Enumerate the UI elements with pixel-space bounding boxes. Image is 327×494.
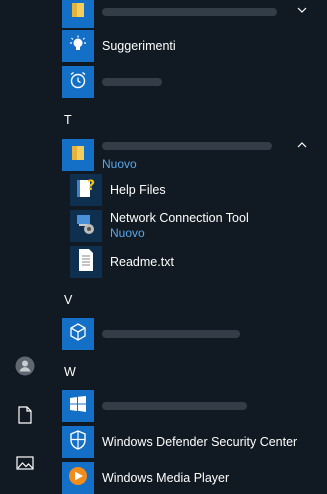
section-header-w[interactable]: W [64,365,76,379]
windows-logo-icon [69,395,87,418]
top-folder-label-redacted [102,8,277,16]
shield-icon [69,429,87,455]
alarm-clock-icon [68,70,88,95]
app-row-help-files[interactable]: ? Help Files [70,174,309,206]
help-file-icon: ? [75,176,97,205]
app-row-v-app[interactable] [62,318,309,350]
new-badge: Nuovo [110,226,145,240]
chevron-up-icon[interactable] [295,138,309,152]
folder-icon [71,2,85,23]
network-tool-label: Network Connection Tool [110,211,249,225]
media-player-tile [62,462,94,494]
t-folder-label-redacted [102,142,272,150]
t-folder-text: Nuovo [102,138,272,172]
media-player-label: Windows Media Player [102,471,230,485]
app-list: Suggerimenti T Nuovo ? Help Files Networ… [50,0,327,494]
app-row-suggerimenti[interactable]: Suggerimenti [62,30,309,62]
lightbulb-icon [68,34,88,59]
t-folder-tile [62,139,94,171]
new-badge: Nuovo [102,157,137,171]
media-player-icon [67,465,89,492]
chevron-down-icon[interactable] [295,3,309,17]
w-app-tile [62,390,94,422]
app-row-readme[interactable]: Readme.txt [70,246,309,278]
svg-text:?: ? [87,178,95,194]
v-app-label-redacted [102,330,240,338]
folder-icon [71,145,85,166]
help-files-tile: ? [70,174,102,206]
suggerimenti-tile [62,30,94,62]
start-left-rail [0,0,50,488]
documents-button[interactable] [0,397,50,437]
readme-tile [70,246,102,278]
help-files-label: Help Files [110,183,166,197]
user-account-button[interactable] [0,348,50,388]
app-row-top-folder[interactable] [62,0,309,28]
network-tool-tile [70,210,102,242]
app-row-defender[interactable]: Windows Defender Security Center [62,426,309,458]
v-app-tile [62,318,94,350]
w-app-label-redacted [102,402,247,410]
text-file-icon [77,248,95,277]
alarms-label-redacted [102,78,162,86]
documents-icon [17,405,33,429]
section-header-t[interactable]: T [64,113,72,127]
defender-tile [62,426,94,458]
network-tool-icon [74,212,98,241]
alarms-tile [62,66,94,98]
cube-icon [68,322,88,347]
app-row-w-app[interactable] [62,390,309,422]
readme-label: Readme.txt [110,255,174,269]
app-row-alarms[interactable] [62,66,309,98]
defender-label: Windows Defender Security Center [102,435,298,449]
suggerimenti-label: Suggerimenti [102,39,176,53]
app-row-network-tool[interactable]: Network Connection Tool Nuovo [70,210,309,242]
network-tool-text: Network Connection Tool Nuovo [110,211,249,241]
app-row-media-player[interactable]: Windows Media Player [62,462,309,494]
user-account-icon [15,356,35,381]
pictures-button[interactable] [0,445,50,485]
pictures-icon [16,455,34,476]
app-row-t-folder[interactable]: Nuovo [62,138,309,172]
section-header-v[interactable]: V [64,293,72,307]
top-folder-tile [62,0,94,28]
